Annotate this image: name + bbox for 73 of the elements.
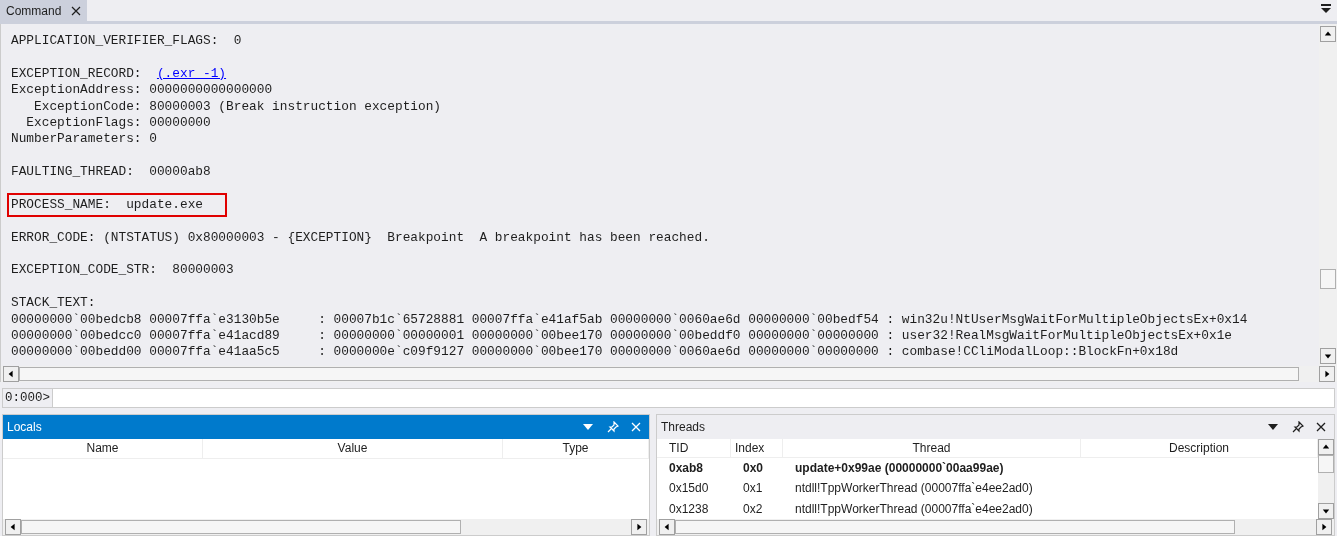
down-arrow-icon xyxy=(1324,352,1332,360)
column-header[interactable]: Index xyxy=(731,439,783,457)
close-icon[interactable] xyxy=(71,5,82,16)
scroll-down-button[interactable] xyxy=(1320,348,1336,364)
scrollbar-thumb[interactable] xyxy=(21,520,461,534)
output-line: 00000000`00bedcc0 00007ffa`e41acd89 : 00000000`00000001 00000000`00bee170 00000000`00beddf0 00000000`00000000 : user32!RealMsgWaitForMultipleObjectsEx+0x1e xyxy=(11,328,1233,344)
index-cell-text: 0x0 xyxy=(742,460,765,478)
output-line: NumberParameters: 0 xyxy=(11,131,157,147)
command-input[interactable]: 0:000> xyxy=(2,388,1335,408)
thread-row[interactable]: 0xab8 0x0 update+0x99ae (00000000`00aa99ae) xyxy=(657,458,1318,479)
pin-icon[interactable] xyxy=(1292,421,1304,433)
output-line: ExceptionCode: 80000003 (Break instruction exception) xyxy=(33,98,442,114)
down-arrow-icon xyxy=(1322,507,1330,515)
scroll-right-button[interactable] xyxy=(631,519,647,535)
column-header[interactable]: Value xyxy=(203,439,503,458)
scrollbar-thumb[interactable] xyxy=(1318,455,1334,473)
scrollbar-thumb[interactable] xyxy=(19,367,1299,381)
output-line: ExceptionAddress: 0000000000000000 xyxy=(11,82,273,98)
scrollbar-thumb[interactable] xyxy=(1320,269,1336,289)
tid-cell-text: 0x15d0 xyxy=(668,480,710,498)
vertical-scrollbar[interactable] xyxy=(1318,439,1334,519)
output-line: ERROR_CODE: (NTSTATUS) 0x80000003 - {EXCEPTION} Breakpoint A breakpoint has been reached. xyxy=(11,229,710,245)
thread-row[interactable]: 0x1238 0x2 ntdll!TppWorkerThread (00007ffa`e4ee2ad0) xyxy=(657,498,1318,519)
tab-label: Command xyxy=(6,2,62,20)
thread-cell-text: update+0x99ae (00000000`00aa99ae) xyxy=(794,460,1004,478)
scroll-left-button[interactable] xyxy=(5,519,21,535)
pane-title: Locals xyxy=(7,419,43,436)
column-header[interactable]: Type xyxy=(503,439,649,458)
left-arrow-icon xyxy=(7,370,15,378)
horizontal-scrollbar[interactable] xyxy=(657,519,1334,535)
left-arrow-icon xyxy=(9,523,17,531)
horizontal-scrollbar[interactable] xyxy=(1,366,1337,382)
dropdown-icon[interactable] xyxy=(1268,424,1278,430)
output-line: FAULTING_THREAD: 00000ab8 xyxy=(11,164,211,180)
scroll-up-button[interactable] xyxy=(1320,26,1336,42)
output-line: EXCEPTION_CODE_STR: 80000003 xyxy=(11,262,234,278)
column-header[interactable]: Thread xyxy=(783,439,1081,457)
right-arrow-icon xyxy=(1323,370,1331,378)
command-tab[interactable]: Command xyxy=(0,0,88,21)
output-line: ExceptionFlags: 00000000 xyxy=(25,114,211,130)
index-cell-text: 0x2 xyxy=(742,500,764,518)
output-line: EXCEPTION_RECORD: xyxy=(11,65,143,83)
command-prompt: 0:000> xyxy=(3,388,53,408)
horizontal-scrollbar[interactable] xyxy=(3,519,649,535)
thread-cell-text: ntdll!TppWorkerThread (00007ffa`e4ee2ad0) xyxy=(794,500,1033,518)
scroll-left-button[interactable] xyxy=(659,519,675,535)
menu-dropdown-icon[interactable] xyxy=(1321,4,1331,14)
thread-cell-text: ntdll!TppWorkerThread (00007ffa`e4ee2ad0) xyxy=(794,480,1033,498)
index-cell-text: 0x1 xyxy=(742,480,764,498)
output-line: STACK_TEXT: xyxy=(11,295,96,311)
scroll-right-button[interactable] xyxy=(1316,519,1332,535)
scrollbar-thumb[interactable] xyxy=(675,520,1235,534)
pane-title: Threads xyxy=(661,419,707,436)
scroll-up-button[interactable] xyxy=(1318,439,1334,455)
up-arrow-icon xyxy=(1324,30,1332,38)
output-line: 00000000`00bedcb8 00007ffa`e3130b5e : 00007b1c`65728881 00007ffa`e41af5ab 00000000`0060ae6d 00000000`00bedf54 : win32u!NtUserMsgWaitForMultipleObjectsEx+0x14 xyxy=(11,311,1248,327)
output-line: APPLICATION_VERIFIER_FLAGS: 0 xyxy=(11,33,242,48)
right-arrow-icon xyxy=(1320,523,1328,531)
close-icon[interactable] xyxy=(1316,422,1326,432)
tid-cell-text: 0xab8 xyxy=(668,460,705,478)
thread-row[interactable]: 0x15d0 0x1 ntdll!TppWorkerThread (00007ffa`e4ee2ad0) xyxy=(657,478,1318,499)
output-line: 00000000`00bedd00 00007ffa`e41aa5c5 : 0000000e`c09f9127 00000000`00bee170 00000000`0060ae6d 00000000`00000000 : combase!CCliModalLoop::BlockFn+0x18d xyxy=(11,344,1179,360)
tid-cell-text: 0x1238 xyxy=(668,500,710,518)
scroll-down-button[interactable] xyxy=(1318,503,1334,519)
left-arrow-icon xyxy=(663,523,671,531)
scroll-left-button[interactable] xyxy=(3,366,19,382)
column-header[interactable]: Name xyxy=(3,439,203,458)
vertical-scrollbar[interactable] xyxy=(1319,24,1337,366)
column-header[interactable]: TID xyxy=(657,439,731,457)
right-arrow-icon xyxy=(635,523,643,531)
scroll-right-button[interactable] xyxy=(1319,366,1335,382)
exr-link[interactable]: (.exr -1) xyxy=(156,65,227,83)
up-arrow-icon xyxy=(1322,443,1330,451)
